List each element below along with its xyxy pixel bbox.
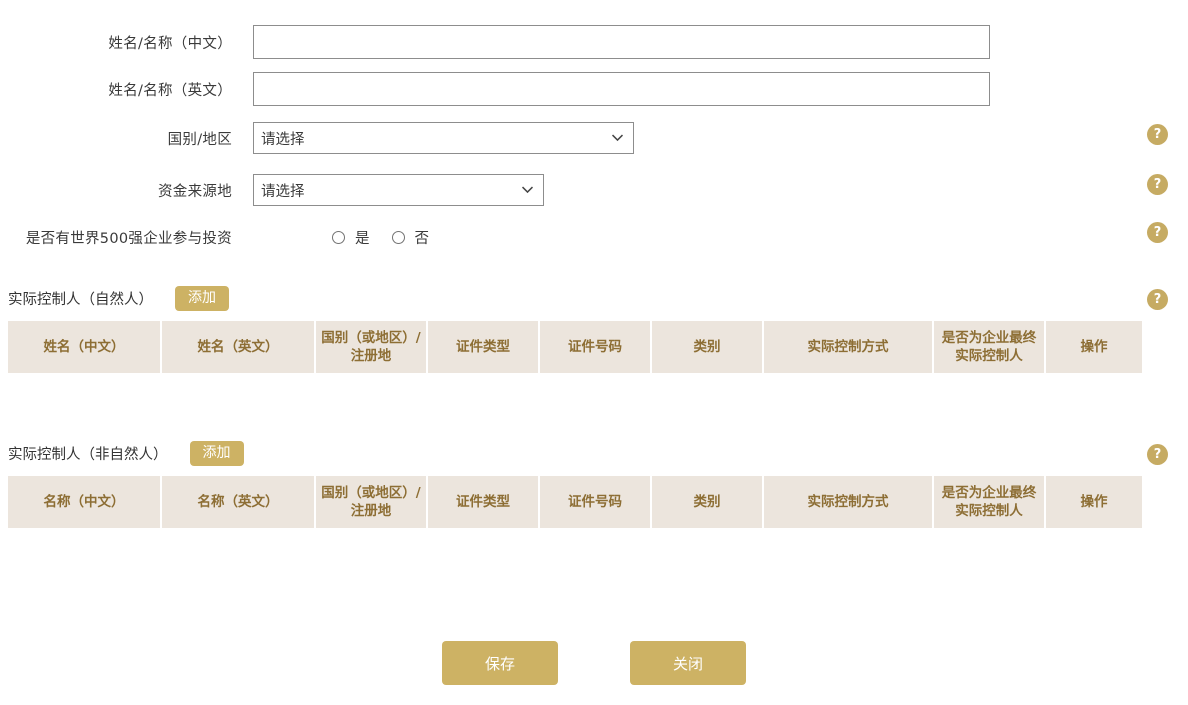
fund-source-select-value: 请选择: [261, 183, 305, 200]
radio-option-yes[interactable]: 是: [332, 227, 370, 248]
table-cell: [764, 375, 934, 402]
radio-option-no[interactable]: 否: [391, 227, 430, 248]
control-country: 请选择: [253, 122, 634, 154]
footer-actions: 保存 关闭: [0, 641, 1188, 685]
country-select-value: 请选择: [261, 131, 305, 148]
table-cell: [540, 375, 652, 402]
table-cell: [162, 530, 316, 557]
section-header-controller-nonnatural: 实际控制人（非自然人） 添加: [8, 438, 244, 468]
table-body-controller-natural: [8, 375, 1142, 402]
help-icon-fund-source[interactable]: ?: [1147, 174, 1168, 195]
control-name-en: [253, 72, 990, 106]
control-fund-source: 请选择: [253, 174, 544, 206]
col-header-category: 类别: [652, 476, 764, 531]
add-controller-natural-button[interactable]: 添加: [175, 285, 229, 311]
table-cell: [316, 530, 428, 557]
form-row-country: 国别/地区 请选择: [0, 115, 1188, 161]
col-header-control-method: 实际控制方式: [764, 321, 934, 376]
table-body-controller-nonnatural: [8, 530, 1142, 557]
col-header-id-type: 证件类型: [428, 476, 540, 531]
label-name-cn: 姓名/名称（中文）: [108, 35, 232, 52]
label-fortune500: 是否有世界500强企业参与投资: [25, 230, 232, 247]
col-header-control-method: 实际控制方式: [764, 476, 934, 531]
table-cell: [540, 530, 652, 557]
section-title-controller-natural: 实际控制人（自然人）: [8, 291, 153, 308]
label-country: 国别/地区: [167, 131, 232, 148]
col-header-is-final-controller: 是否为企业最终实际控制人: [934, 476, 1046, 531]
help-icon-controller-nonnatural[interactable]: ?: [1147, 444, 1168, 465]
table-cell: [652, 530, 764, 557]
table-empty-row: [8, 530, 1142, 557]
col-header-actions: 操作: [1046, 476, 1142, 531]
col-header-name-cn: 姓名（中文）: [8, 321, 162, 376]
table-cell: [934, 375, 1046, 402]
radio-no-dot[interactable]: [391, 230, 405, 244]
radio-yes-label: 是: [355, 230, 370, 247]
help-icon-controller-natural[interactable]: ?: [1147, 289, 1168, 310]
form-row-fortune500: 是否有世界500强企业参与投资 是 否: [0, 214, 1188, 260]
table-cell: [934, 530, 1046, 557]
table-controller-nonnatural: 名称（中文） 名称（英文） 国别（或地区）/注册地 证件类型 证件号码 类别 实…: [8, 476, 1142, 557]
radio-no-label: 否: [414, 230, 430, 247]
col-header-actions: 操作: [1046, 321, 1142, 376]
form-page: 姓名/名称（中文） 姓名/名称（英文） 国别/地区 请选择 资金来源地 请选择 …: [0, 0, 1188, 705]
label-fund-source: 资金来源地: [158, 183, 232, 200]
add-controller-nonnatural-button[interactable]: 添加: [189, 440, 244, 466]
table-cell: [1046, 375, 1142, 402]
col-header-id-type: 证件类型: [428, 321, 540, 376]
col-header-country: 国别（或地区）/注册地: [316, 476, 428, 531]
control-fortune500: 是 否: [332, 227, 451, 248]
name-cn-input[interactable]: [253, 25, 990, 59]
col-header-is-final-controller: 是否为企业最终实际控制人: [934, 321, 1046, 376]
col-header-name-en: 姓名（英文）: [162, 321, 316, 376]
section-header-controller-natural: 实际控制人（自然人） 添加: [8, 283, 229, 313]
table-cell: [162, 375, 316, 402]
form-row-name-cn: 姓名/名称（中文）: [0, 19, 1188, 65]
table-cell: [1046, 530, 1142, 557]
table-cell: [428, 530, 540, 557]
col-header-category: 类别: [652, 321, 764, 376]
close-button[interactable]: 关闭: [630, 641, 746, 685]
help-icon-fortune500[interactable]: ?: [1147, 222, 1168, 243]
fund-source-select[interactable]: 请选择: [253, 174, 544, 206]
control-name-cn: [253, 25, 990, 59]
table-cell: [764, 530, 934, 557]
col-header-name-cn: 名称（中文）: [8, 476, 162, 531]
name-en-input[interactable]: [253, 72, 990, 106]
col-header-country: 国别（或地区）/注册地: [316, 321, 428, 376]
section-title-controller-nonnatural: 实际控制人（非自然人）: [8, 446, 168, 463]
table-header-row: 姓名（中文） 姓名（英文） 国别（或地区）/注册地 证件类型 证件号码 类别 实…: [8, 321, 1142, 376]
chevron-down-icon: [521, 184, 534, 197]
table-cell: [316, 375, 428, 402]
col-header-id-number: 证件号码: [540, 321, 652, 376]
label-name-en: 姓名/名称（英文）: [108, 82, 232, 99]
table-cell: [8, 530, 162, 557]
table-cell: [428, 375, 540, 402]
radio-yes-dot[interactable]: [332, 230, 345, 244]
col-header-name-en: 名称（英文）: [162, 476, 316, 531]
table-header-row: 名称（中文） 名称（英文） 国别（或地区）/注册地 证件类型 证件号码 类别 实…: [8, 476, 1142, 531]
form-row-name-en: 姓名/名称（英文）: [0, 66, 1188, 112]
col-header-id-number: 证件号码: [540, 476, 652, 531]
help-icon-country[interactable]: ?: [1147, 124, 1168, 145]
save-button[interactable]: 保存: [442, 641, 558, 685]
fortune500-radio-group: 是 否: [332, 227, 451, 248]
form-row-fund-source: 资金来源地 请选择: [0, 167, 1188, 213]
table-cell: [8, 375, 162, 402]
chevron-down-icon: [611, 132, 624, 145]
table-empty-row: [8, 375, 1142, 402]
country-select[interactable]: 请选择: [253, 122, 634, 154]
table-cell: [652, 375, 764, 402]
table-controller-natural: 姓名（中文） 姓名（英文） 国别（或地区）/注册地 证件类型 证件号码 类别 实…: [8, 321, 1142, 402]
